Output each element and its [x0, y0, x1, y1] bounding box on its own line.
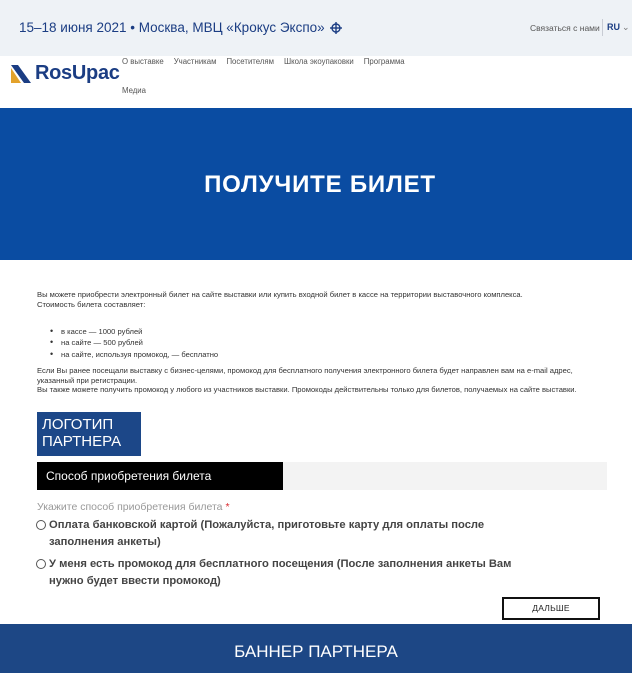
- language-divider: [602, 19, 603, 36]
- required-mark: *: [225, 501, 230, 513]
- price-list: в кассе — 1000 рублей на сайте — 500 руб…: [50, 326, 218, 360]
- price-item: на сайте — 500 рублей: [50, 337, 218, 348]
- intro-text: Вы можете приобрести электронный билет н…: [37, 290, 609, 309]
- price-item: на сайте, используя промокод, — бесплатн…: [50, 349, 218, 360]
- option-card-payment[interactable]: Оплата банковской картой (Пожалуйста, пр…: [36, 517, 549, 551]
- nav-item-program[interactable]: Программа: [364, 57, 405, 66]
- logo-text: RosUpac: [35, 62, 120, 84]
- question-label: Укажите способ приобретения билета *: [37, 501, 230, 513]
- promo-text: Если Вы ранее посещали выставку с бизнес…: [37, 366, 609, 395]
- event-info: 15–18 июня 2021 • Москва, МВЦ «Крокус Эк…: [19, 20, 342, 35]
- intro-paragraph: Вы можете приобрести электронный билет н…: [37, 290, 523, 299]
- option-label[interactable]: У меня есть промокод для бесплатного пос…: [49, 556, 549, 590]
- nav-item-media[interactable]: Медиа: [122, 86, 146, 95]
- nav-item-eco-school[interactable]: Школа экоупаковки: [284, 57, 354, 66]
- nav-item-exhibitors[interactable]: Участникам: [174, 57, 217, 66]
- logo-mark-icon: [11, 64, 31, 83]
- target-icon[interactable]: [329, 21, 342, 34]
- site-logo[interactable]: RosUpac: [11, 62, 120, 85]
- nav-item-about[interactable]: О выставке: [122, 57, 164, 66]
- contact-link[interactable]: Связаться с нами: [530, 23, 600, 33]
- language-selector[interactable]: RU ⌄: [607, 22, 630, 33]
- radio-button[interactable]: [36, 559, 46, 569]
- question-text: Укажите способ приобретения билета: [37, 501, 223, 513]
- next-button[interactable]: ДАЛЬШЕ: [502, 597, 600, 620]
- partner-banner[interactable]: БАННЕР ПАРТНЕРА: [0, 624, 632, 673]
- partner-logo-line-2: ПАРТНЕРА: [42, 433, 122, 450]
- nav-item-visitors[interactable]: Посетителям: [226, 57, 274, 66]
- page-title: ПОЛУЧИТЕ БИЛЕТ: [204, 171, 436, 198]
- promo-paragraph-1: Если Вы ранее посещали выставку с бизнес…: [37, 366, 573, 385]
- main-nav: О выставке Участникам Посетителям Школа …: [122, 57, 405, 95]
- partner-logo-line-1: ЛОГОТИП: [42, 416, 114, 433]
- option-promo-code[interactable]: У меня есть промокод для бесплатного пос…: [36, 556, 549, 590]
- option-label[interactable]: Оплата банковской картой (Пожалуйста, пр…: [49, 517, 549, 551]
- language-code: RU: [607, 22, 620, 32]
- section-title: Способ приобретения билета: [37, 462, 283, 490]
- event-info-text: 15–18 июня 2021 • Москва, МВЦ «Крокус Эк…: [19, 20, 325, 35]
- partner-logo: ЛОГОТИП ПАРТНЕРА: [37, 412, 141, 456]
- chevron-down-icon: ⌄: [622, 22, 630, 32]
- promo-paragraph-2: Вы также можете получить промокод у любо…: [37, 385, 577, 395]
- price-item: в кассе — 1000 рублей: [50, 326, 218, 337]
- price-heading: Стоимость билета составляет:: [37, 299, 146, 309]
- radio-button[interactable]: [36, 520, 46, 530]
